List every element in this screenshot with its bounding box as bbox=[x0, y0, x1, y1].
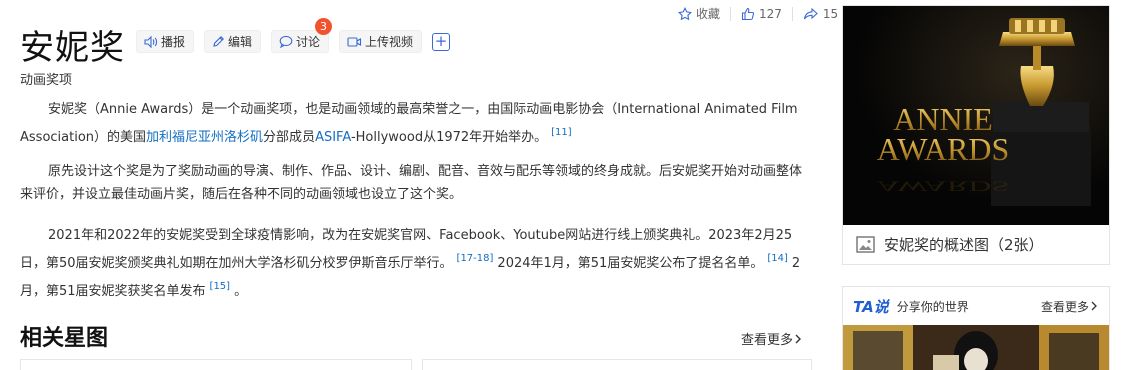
reference-link[interactable]: [15] bbox=[210, 281, 231, 292]
discuss-button[interactable]: 讨论 3 bbox=[271, 18, 333, 53]
paragraph-text: 。 bbox=[234, 284, 248, 299]
chat-bubble-icon bbox=[279, 35, 293, 48]
reference-link[interactable]: [11] bbox=[551, 127, 572, 138]
discuss-label: 讨论 bbox=[296, 35, 321, 49]
favorite-button[interactable]: 收藏 bbox=[678, 5, 720, 22]
video-camera-icon bbox=[347, 36, 362, 47]
summary-paragraph-3: 2021年和2022年的安妮奖受到全球疫情影响，改为在安妮奖官网、Faceboo… bbox=[20, 224, 810, 303]
chevron-right-icon bbox=[795, 334, 802, 343]
ta-shuo-logo: TA说 bbox=[853, 297, 889, 316]
ta-post-thumbnail[interactable] bbox=[843, 325, 1109, 370]
paragraph-text: 原先设计这个奖是为了奖励动画的导演、制作、作品、设计、编剧、配音、音效与配乐等领… bbox=[20, 164, 803, 202]
paragraph-text: -Hollywood从1972年开始举办。 bbox=[350, 130, 548, 145]
article-stats: 收藏 127 15 bbox=[678, 5, 838, 22]
broadcast-button[interactable]: 播报 bbox=[136, 30, 195, 53]
link-los-angeles[interactable]: 加利福尼亚州洛杉矶 bbox=[146, 130, 263, 145]
ta-shuo-header: TA说 分享你的世界 查看更多 bbox=[843, 287, 1109, 325]
summary-paragraph-1: 安妮奖（Annie Awards）是一个动画奖项，也是动画领域的最高荣誉之一，由… bbox=[20, 98, 810, 149]
logo-text-awards: AWARDS bbox=[877, 131, 1010, 167]
like-count: 127 bbox=[759, 6, 782, 21]
reference-link[interactable]: [14] bbox=[767, 253, 788, 264]
title-actions: 播报 编辑 讨论 3 上传视频 + bbox=[136, 18, 451, 53]
speaker-icon bbox=[144, 35, 158, 48]
chevron-right-icon bbox=[1091, 301, 1097, 311]
ta-shuo-panel: TA说 分享你的世界 查看更多 bbox=[842, 286, 1110, 370]
page-title: 安妮奖 bbox=[20, 28, 125, 68]
add-button[interactable]: + bbox=[432, 32, 451, 51]
section-title-related: 相关星图 bbox=[20, 326, 109, 351]
album-caption-text: 安妮奖的概述图（2张） bbox=[884, 236, 1044, 254]
logo-text-reflection: AWARDS bbox=[877, 178, 1009, 194]
view-more-link[interactable]: 查看更多 bbox=[741, 329, 803, 348]
share-button[interactable]: 15 bbox=[803, 7, 838, 21]
view-more-label: 查看更多 bbox=[741, 333, 794, 348]
upload-video-button[interactable]: 上传视频 bbox=[339, 30, 423, 53]
star-icon bbox=[678, 6, 692, 20]
annie-awards-logo: ANNIE AWARDS AWARDS bbox=[843, 6, 1109, 225]
album-caption[interactable]: 安妮奖的概述图（2张） bbox=[843, 225, 1109, 264]
like-button[interactable]: 127 bbox=[741, 7, 782, 21]
favorite-label: 收藏 bbox=[696, 7, 721, 21]
related-card[interactable] bbox=[20, 359, 412, 370]
ta-view-more-label: 查看更多 bbox=[1040, 299, 1089, 314]
share-icon bbox=[803, 7, 818, 19]
divider bbox=[730, 6, 732, 21]
paragraph-text: 分部成员 bbox=[263, 130, 316, 145]
ta-post-image bbox=[843, 325, 1109, 370]
summary-paragraph-2: 原先设计这个奖是为了奖励动画的导演、制作、作品、设计、编剧、配音、音效与配乐等领… bbox=[20, 160, 810, 206]
edit-button[interactable]: 编辑 bbox=[204, 30, 262, 53]
image-gallery-icon bbox=[856, 235, 875, 253]
divider bbox=[791, 6, 793, 21]
related-card[interactable] bbox=[422, 359, 812, 370]
edit-label: 编辑 bbox=[228, 35, 253, 49]
thumbs-up-icon bbox=[741, 7, 755, 20]
link-asifa[interactable]: ASIFA bbox=[315, 130, 351, 145]
upload-video-label: 上传视频 bbox=[365, 35, 414, 49]
page-subtitle: 动画奖项 bbox=[20, 73, 73, 88]
share-count: 15 bbox=[822, 6, 839, 21]
ta-view-more-link[interactable]: 查看更多 bbox=[1041, 298, 1099, 315]
broadcast-label: 播报 bbox=[161, 35, 186, 49]
ta-shuo-tagline: 分享你的世界 bbox=[896, 299, 969, 314]
reference-link[interactable]: [17-18] bbox=[457, 253, 494, 264]
discuss-count-badge: 3 bbox=[315, 18, 333, 35]
paragraph-text: 2024年1月，第51届安妮奖公布了提名名单。 bbox=[497, 256, 764, 271]
album-cover-image[interactable]: ANNIE AWARDS AWARDS bbox=[843, 6, 1109, 225]
overview-album[interactable]: ANNIE AWARDS AWARDS 安妮奖的概述图（2张） bbox=[842, 5, 1110, 265]
pencil-icon bbox=[213, 36, 224, 47]
